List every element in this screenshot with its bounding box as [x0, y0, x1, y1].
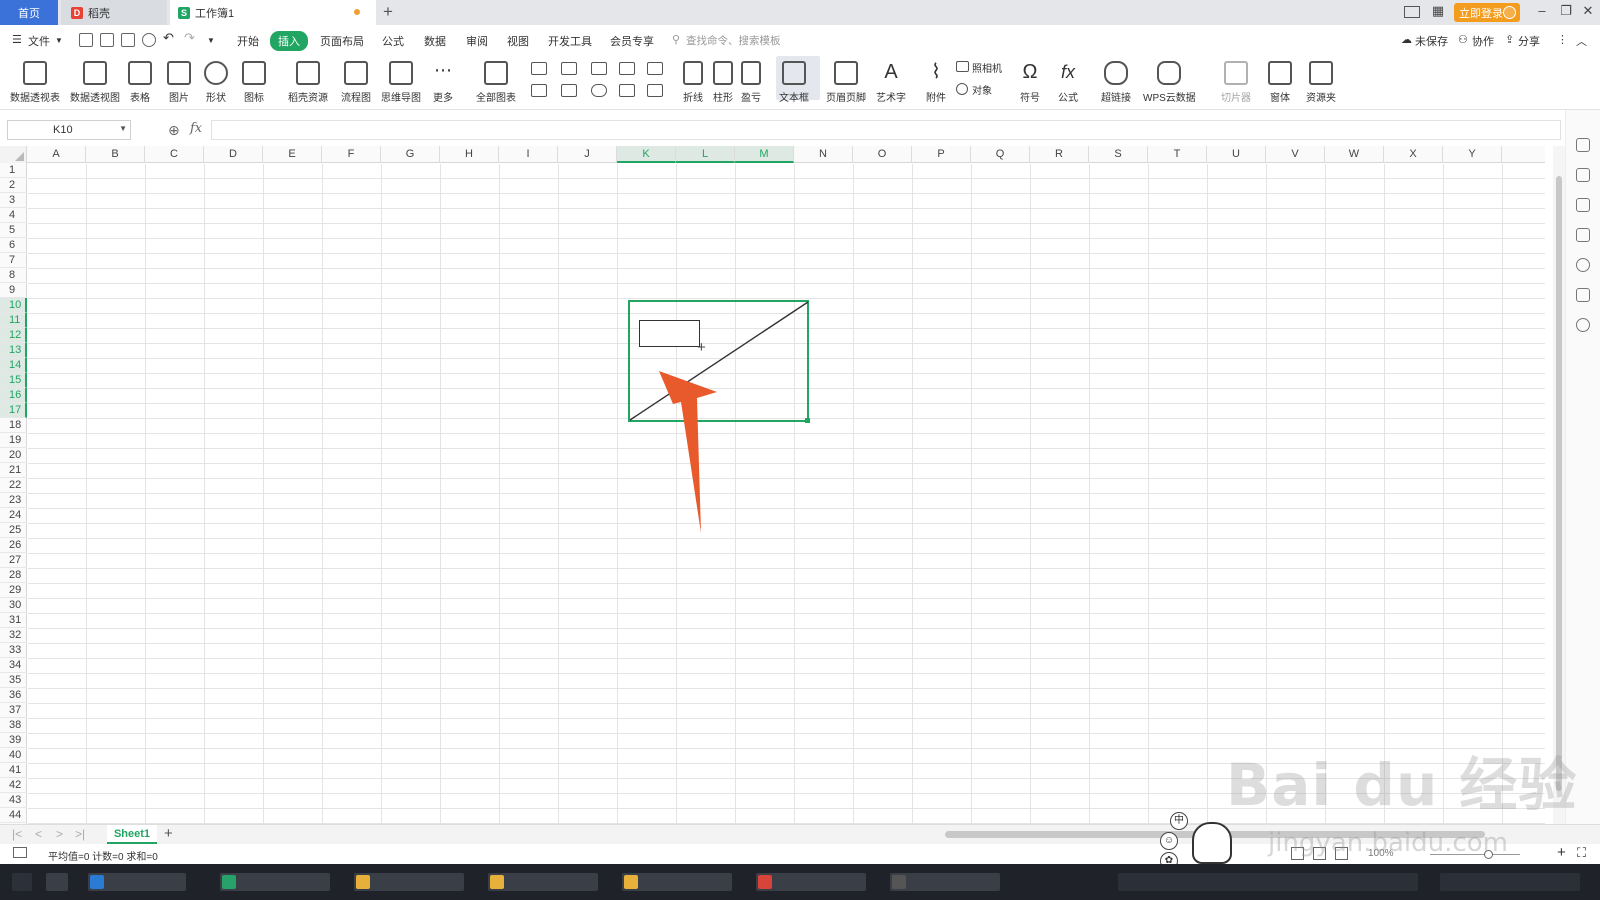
sheet-tab-sheet1[interactable]: Sheet1	[107, 825, 157, 844]
backup-icon[interactable]	[1576, 228, 1590, 242]
filter-settings-icon[interactable]	[1576, 198, 1590, 212]
taskbar-app-7[interactable]	[890, 873, 1000, 891]
location-icon[interactable]	[1576, 318, 1590, 332]
taskbar-app-4[interactable]	[488, 873, 598, 891]
sheet-status-icon[interactable]	[13, 847, 27, 858]
vertical-scroll-thumb[interactable]	[1556, 176, 1562, 791]
first-sheet-icon[interactable]: |<	[12, 827, 22, 841]
ime-indicator[interactable]: 中	[1170, 812, 1188, 830]
os-taskbar	[0, 864, 1600, 900]
right-side-panel	[1565, 110, 1600, 824]
clock-area[interactable]	[1440, 873, 1580, 891]
fullscreen-icon[interactable]: ⛶	[1577, 845, 1586, 861]
next-sheet-icon[interactable]: >	[56, 827, 63, 841]
baidu-watermark: Bai du 经验	[1226, 751, 1578, 819]
ime-settings-icon[interactable]: ☺	[1160, 832, 1178, 850]
taskbar-app-2[interactable]	[220, 873, 330, 891]
picture-tool-icon[interactable]	[1576, 288, 1590, 302]
task-view-icon[interactable]	[46, 873, 68, 891]
prev-sheet-icon[interactable]: <	[35, 827, 42, 841]
taskbar-app-5[interactable]	[622, 873, 732, 891]
baidu-watermark-url: jingyan.baidu.com	[1268, 828, 1508, 858]
select-cursor-icon[interactable]	[1576, 168, 1590, 182]
taskbar-app-6[interactable]	[756, 873, 866, 891]
taskbar-app-3[interactable]	[354, 873, 464, 891]
diagonal-line	[629, 301, 809, 421]
add-sheet-icon[interactable]: +	[164, 825, 173, 842]
last-sheet-icon[interactable]: >|	[75, 827, 85, 841]
system-tray[interactable]	[1118, 873, 1418, 891]
help-icon[interactable]	[1576, 258, 1590, 272]
status-summary: 平均值=0 计数=0 求和=0	[48, 852, 158, 863]
zoom-in-icon[interactable]: +	[1557, 844, 1566, 861]
vertical-scrollbar[interactable]	[1553, 146, 1565, 824]
mascot-sticker	[1192, 822, 1232, 864]
taskbar-app-1[interactable]	[88, 873, 186, 891]
properties-icon[interactable]	[1576, 138, 1590, 152]
start-icon[interactable]	[12, 873, 32, 891]
